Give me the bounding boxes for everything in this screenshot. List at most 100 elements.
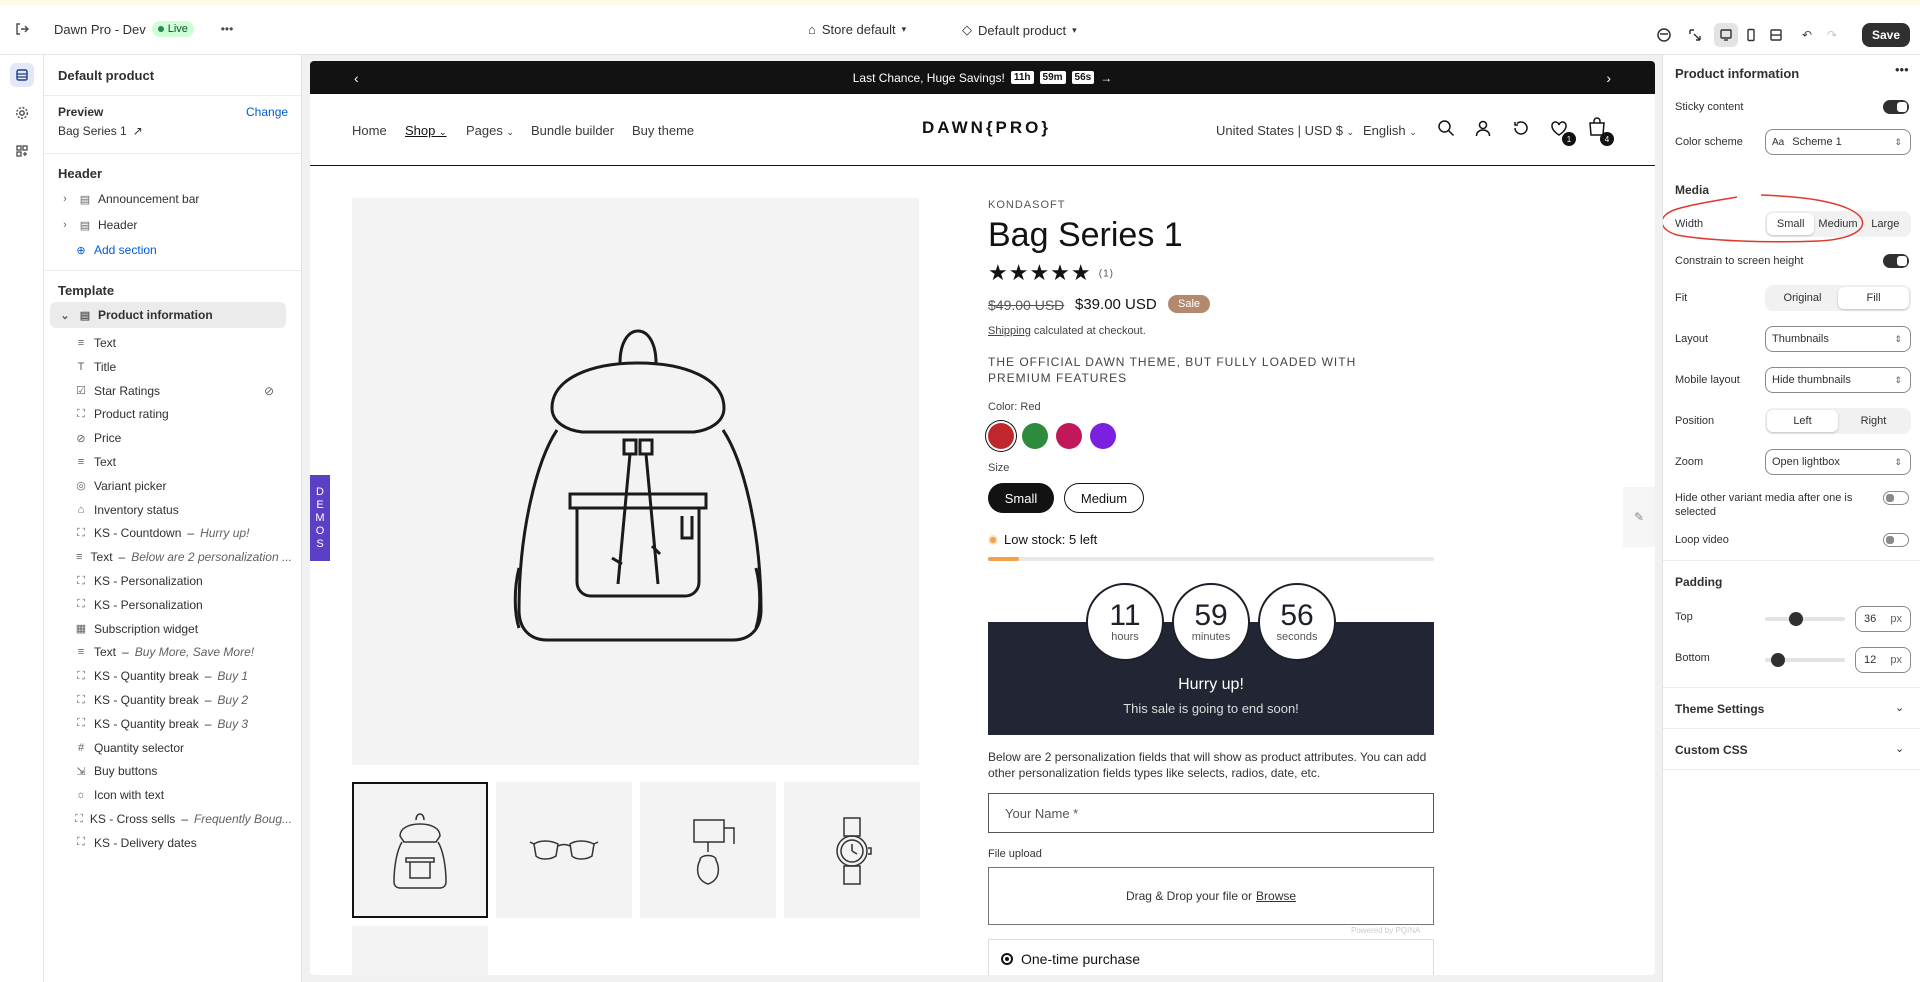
- color-swatch[interactable]: [988, 423, 1014, 449]
- position-option-left[interactable]: Left: [1767, 410, 1838, 432]
- block-item[interactable]: ⛶ KS - Personalization: [74, 598, 292, 612]
- desktop-view-icon[interactable]: [1714, 23, 1738, 47]
- block-item[interactable]: ⛶ KS - Quantity break – Buy 1: [74, 669, 292, 683]
- chevron-down-icon[interactable]: ⌄: [1895, 701, 1904, 714]
- nav-home[interactable]: Home: [352, 123, 387, 138]
- block-item[interactable]: ⊘ Price: [74, 431, 292, 445]
- fit-option-fill[interactable]: Fill: [1838, 287, 1909, 309]
- block-item[interactable]: ▦ Subscription widget: [74, 622, 292, 636]
- block-item[interactable]: ⛶ KS - Quantity break – Buy 2: [74, 693, 292, 707]
- account-icon[interactable]: [1474, 119, 1492, 137]
- store-logo[interactable]: DAWN{PRO}: [922, 118, 1051, 138]
- block-item[interactable]: ☼ Icon with text: [74, 788, 292, 802]
- color-swatch[interactable]: [1022, 423, 1048, 449]
- sections-icon[interactable]: [10, 63, 34, 87]
- product-thumbnail-extra[interactable]: [352, 926, 488, 975]
- mobile-view-icon[interactable]: [1739, 23, 1763, 47]
- block-item[interactable]: ⌂ Inventory status: [74, 503, 292, 517]
- block-item[interactable]: T Title: [74, 360, 292, 374]
- constrain-toggle[interactable]: [1883, 254, 1909, 268]
- demos-tab[interactable]: DEMOS: [310, 475, 330, 561]
- color-swatch[interactable]: [1090, 423, 1116, 449]
- side-tab-icon[interactable]: ✎: [1623, 487, 1655, 547]
- theme-settings-toggle[interactable]: Theme Settings: [1675, 702, 1764, 716]
- recently-viewed-icon[interactable]: [1512, 119, 1530, 137]
- block-item[interactable]: ⇲ Buy buttons: [74, 764, 292, 778]
- padding-bottom-input[interactable]: 12 px: [1855, 647, 1911, 673]
- product-thumbnail-sunglasses[interactable]: [496, 782, 632, 918]
- gear-icon[interactable]: [10, 101, 34, 125]
- language-selector[interactable]: English ⌄: [1363, 123, 1417, 138]
- save-button[interactable]: Save: [1862, 23, 1911, 47]
- more-actions-icon[interactable]: •••: [215, 17, 239, 41]
- nav-shop[interactable]: Shop ⌄: [405, 123, 447, 138]
- product-thumbnail-backpack[interactable]: [352, 782, 488, 918]
- block-item[interactable]: ⛶ KS - Quantity break – Buy 3: [74, 717, 292, 731]
- size-option-small[interactable]: Small: [988, 483, 1054, 513]
- padding-top-input[interactable]: 36 px: [1855, 606, 1911, 632]
- template-selector[interactable]: ◇ Default product ▾: [962, 22, 1077, 38]
- fullscreen-icon[interactable]: [1764, 23, 1788, 47]
- ai-icon[interactable]: [1652, 23, 1676, 47]
- slider-handle[interactable]: [1771, 653, 1785, 667]
- mobile-layout-select[interactable]: Hide thumbnails ⇕: [1765, 367, 1911, 393]
- hidden-eye-icon[interactable]: ⊘: [264, 384, 274, 398]
- product-main-image[interactable]: [352, 198, 919, 765]
- purchase-option-one-time[interactable]: One-time purchase: [988, 939, 1434, 975]
- block-item[interactable]: ⛶ KS - Delivery dates: [74, 836, 292, 850]
- search-icon[interactable]: [1437, 119, 1455, 137]
- sidebar-item-announcement-bar[interactable]: › ▤ Announcement bar: [58, 192, 199, 206]
- block-item[interactable]: ⛶ KS - Countdown – Hurry up!: [74, 526, 292, 540]
- inspector-icon[interactable]: [1683, 23, 1707, 47]
- apps-icon[interactable]: [10, 139, 34, 163]
- more-options-icon[interactable]: •••: [1895, 62, 1909, 77]
- block-item[interactable]: ≡ Text: [74, 455, 292, 469]
- currency-selector[interactable]: United States | USD $ ⌄: [1216, 123, 1354, 138]
- redo-icon[interactable]: ↷: [1820, 23, 1844, 47]
- hide-variant-toggle[interactable]: [1883, 491, 1909, 505]
- color-swatch[interactable]: [1056, 423, 1082, 449]
- padding-top-slider[interactable]: [1765, 612, 1845, 626]
- star-rating[interactable]: ★★★★★ (1): [988, 260, 1114, 286]
- sidebar-item-header[interactable]: › ▤ Header: [58, 218, 137, 232]
- sidebar-item-product-information[interactable]: ⌄ ▤ Product information: [58, 308, 212, 322]
- product-thumbnail-watch[interactable]: [784, 782, 920, 918]
- block-item[interactable]: ⛶ Product rating: [74, 407, 292, 421]
- name-input[interactable]: Your Name *: [988, 793, 1434, 833]
- exit-icon[interactable]: [10, 17, 34, 41]
- add-section-button[interactable]: ⊕ Add section: [74, 243, 156, 257]
- chevron-down-icon[interactable]: ⌄: [1895, 742, 1904, 755]
- product-thumbnail-lamp[interactable]: [640, 782, 776, 918]
- store-selector[interactable]: ⌂ Store default ▾: [808, 22, 906, 37]
- shipping-link[interactable]: Shipping: [988, 325, 1031, 337]
- loop-video-toggle[interactable]: [1883, 533, 1909, 547]
- nav-bundle-builder[interactable]: Bundle builder: [531, 123, 614, 138]
- arrow-right-icon[interactable]: →: [1100, 71, 1112, 85]
- chevron-left-icon[interactable]: ‹: [354, 70, 359, 86]
- block-item[interactable]: ≡ Text – Buy More, Save More!: [74, 645, 292, 659]
- nav-pages[interactable]: Pages ⌄: [466, 123, 514, 138]
- layout-select[interactable]: Thumbnails ⇕: [1765, 326, 1911, 352]
- position-option-right[interactable]: Right: [1838, 410, 1909, 432]
- file-dropzone[interactable]: Drag & Drop your file or Browse: [988, 867, 1434, 925]
- zoom-select[interactable]: Open lightbox ⇕: [1765, 449, 1911, 475]
- custom-css-toggle[interactable]: Custom CSS: [1675, 743, 1748, 757]
- color-scheme-select[interactable]: Aa Scheme 1 ⇕: [1765, 129, 1911, 155]
- preview-product-link[interactable]: Bag Series 1 ↗: [58, 124, 143, 138]
- nav-buy-theme[interactable]: Buy theme: [632, 123, 694, 138]
- block-item[interactable]: ⛶ KS - Cross sells – Frequently Boug...: [74, 812, 292, 826]
- padding-bottom-slider[interactable]: [1765, 653, 1845, 667]
- block-item[interactable]: ⛶ KS - Personalization: [74, 574, 292, 588]
- block-item[interactable]: ◎ Variant picker: [74, 479, 292, 493]
- slider-handle[interactable]: [1789, 612, 1803, 626]
- block-item[interactable]: ≡ Text – Below are 2 personalization ...: [74, 550, 292, 564]
- browse-link[interactable]: Browse: [1256, 889, 1296, 903]
- sticky-content-toggle[interactable]: [1883, 100, 1909, 114]
- change-preview-link[interactable]: Change: [246, 105, 288, 119]
- block-item[interactable]: ☑ Star Ratings ⊘: [74, 384, 292, 398]
- fit-option-original[interactable]: Original: [1767, 287, 1838, 309]
- block-item[interactable]: ≡ Text: [74, 336, 292, 350]
- chevron-right-icon[interactable]: ›: [1606, 70, 1611, 86]
- undo-icon[interactable]: ↶: [1795, 23, 1819, 47]
- width-option-large[interactable]: Large: [1862, 213, 1909, 235]
